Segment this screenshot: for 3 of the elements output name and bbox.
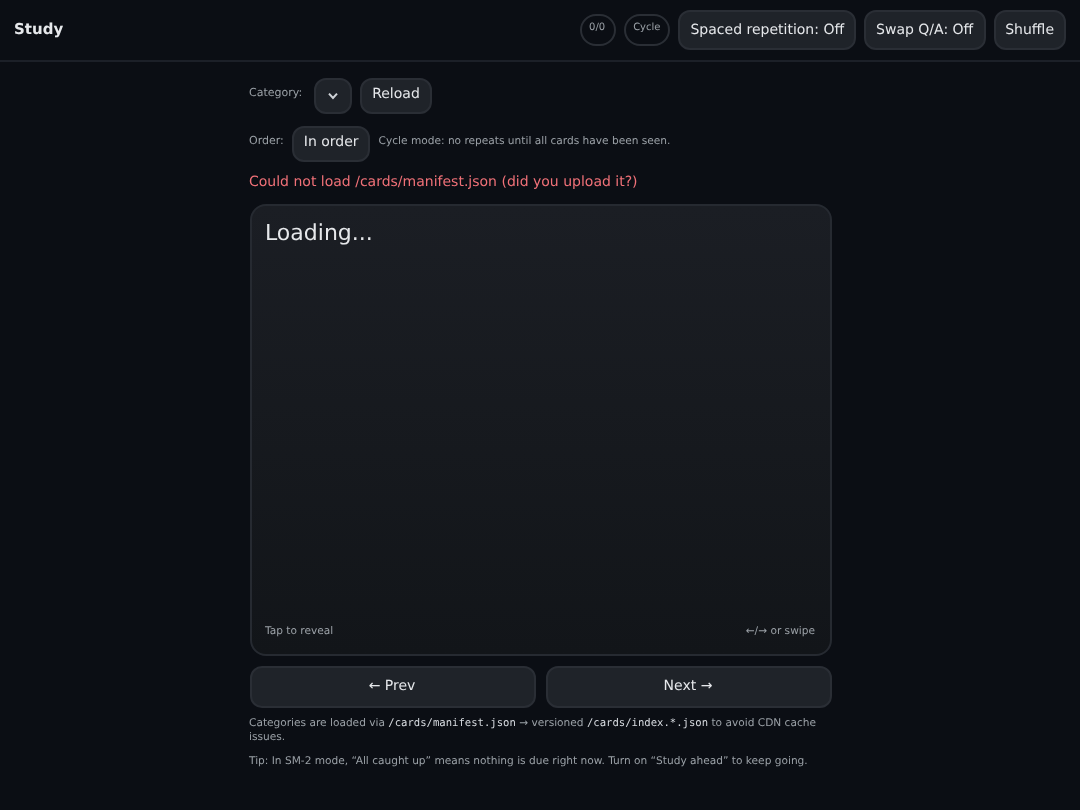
card-text: Loading...: [265, 217, 375, 249]
chevron-down-icon: [328, 91, 339, 99]
category-select[interactable]: [314, 77, 353, 113]
